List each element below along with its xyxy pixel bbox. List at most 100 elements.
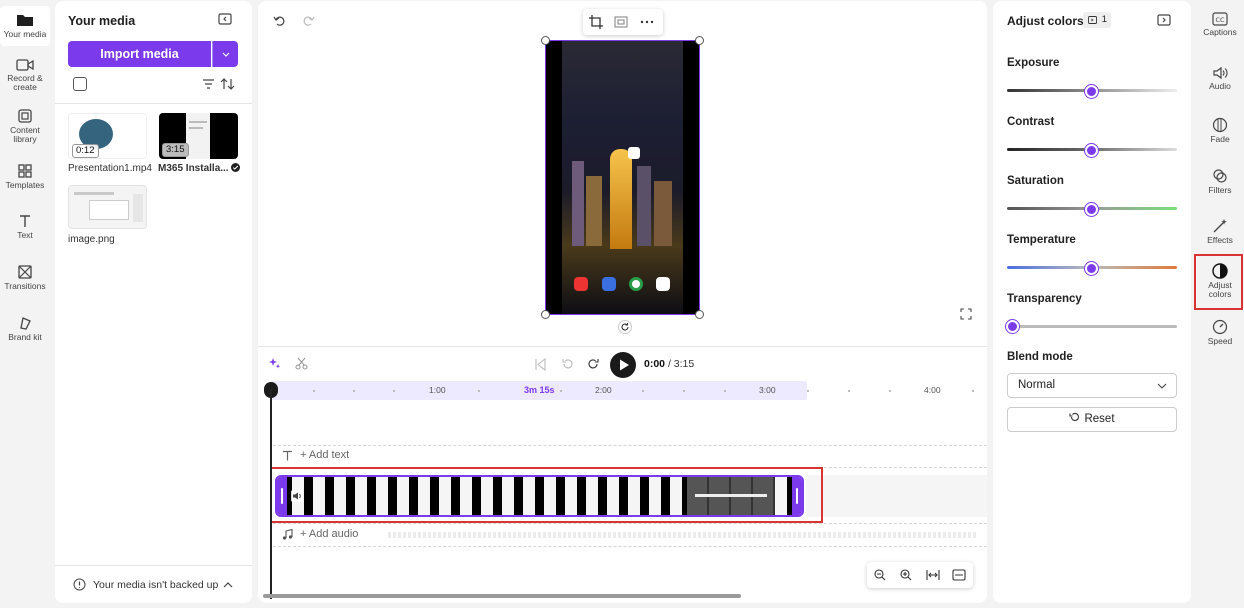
fade-icon — [1212, 117, 1228, 133]
panel-title: Your media — [68, 14, 136, 28]
forward-5-icon[interactable] — [586, 357, 600, 371]
split-icon[interactable] — [295, 357, 308, 370]
nav-transitions[interactable]: Transitions — [0, 264, 50, 291]
speed-icon — [1212, 319, 1228, 335]
playhead — [270, 389, 272, 599]
video-preview[interactable] — [545, 40, 700, 315]
templates-icon — [18, 164, 32, 178]
nav-your-media[interactable]: Your media — [0, 6, 50, 46]
rotate-icon[interactable] — [618, 320, 632, 334]
rnav-captions[interactable]: CC Captions — [1196, 12, 1244, 37]
rnav-speed[interactable]: Speed — [1196, 319, 1244, 346]
audio-waveform — [388, 532, 978, 538]
media-thumbnail[interactable]: 3:15 — [159, 113, 238, 159]
selection-badge: 1 — [1083, 12, 1111, 28]
left-nav: Your media Record & create Content libra… — [0, 0, 52, 608]
import-media-button[interactable]: Import media — [68, 41, 211, 67]
add-audio-button[interactable]: + Add audio — [300, 528, 358, 540]
play-icon — [620, 359, 629, 371]
resize-handle[interactable] — [695, 36, 704, 45]
preview-toolbar — [583, 9, 663, 35]
crop-icon[interactable] — [589, 15, 603, 29]
transparency-slider[interactable] — [1007, 325, 1177, 328]
chevron-down-icon — [1157, 383, 1167, 389]
nav-record-create[interactable]: Record & create — [0, 58, 50, 92]
timeline-scrollbar[interactable] — [263, 594, 741, 598]
zoom-in-icon[interactable] — [900, 569, 912, 581]
timecode: 0:00 / 3:15 — [644, 358, 694, 370]
resize-handle[interactable] — [541, 310, 550, 319]
fit-icon[interactable] — [614, 15, 628, 29]
audio-icon — [1213, 66, 1228, 80]
nav-text[interactable]: Text — [0, 213, 50, 240]
sort-icon[interactable] — [220, 77, 236, 91]
media-name-text: M365 Installa... — [158, 163, 229, 174]
rnav-effects[interactable]: Effects — [1196, 218, 1244, 245]
camera-icon — [16, 59, 34, 71]
editor-canvas: 0:00 / 3:15 1:00 3m 15s 2:00 3:00 4:00 +… — [258, 1, 987, 603]
collapse-panel-icon[interactable] — [218, 12, 232, 26]
media-thumbnail[interactable] — [68, 185, 147, 229]
blend-mode-value: Normal — [1018, 379, 1056, 391]
nav-content-library[interactable]: Content library — [0, 108, 50, 144]
building — [654, 181, 672, 246]
blend-mode-select[interactable]: Normal — [1007, 373, 1177, 398]
building — [586, 176, 602, 246]
rnav-label: Audio — [1209, 81, 1231, 91]
transparency-slider-thumb[interactable] — [1006, 320, 1019, 333]
track-divider — [273, 445, 987, 446]
reset-button[interactable]: Reset — [1007, 407, 1177, 432]
divider — [55, 103, 252, 104]
play-store-icon — [628, 147, 640, 159]
library-icon — [18, 109, 32, 123]
fullscreen-icon[interactable] — [960, 308, 972, 320]
nav-label: Text — [17, 230, 33, 240]
adjust-colors-panel: Adjust colors 1 Exposure Contrast Satura… — [993, 1, 1191, 603]
total-time: / 3:15 — [667, 358, 695, 370]
saturation-slider-thumb[interactable] — [1085, 203, 1098, 216]
select-all-checkbox[interactable] — [73, 77, 87, 91]
fit-timeline-icon[interactable] — [926, 569, 940, 581]
resize-handle[interactable] — [695, 310, 704, 319]
rnav-filters[interactable]: Filters — [1196, 168, 1244, 195]
tick-dot — [848, 390, 850, 392]
redo-icon[interactable] — [302, 14, 315, 27]
nav-label: Record & create — [7, 73, 43, 92]
highlight-box — [270, 467, 823, 523]
brand-kit-icon — [20, 317, 31, 330]
clip-icon — [1088, 16, 1097, 24]
temperature-slider-thumb[interactable] — [1085, 262, 1098, 275]
media-thumbnail[interactable]: 0:12 — [68, 113, 147, 159]
tower — [610, 149, 632, 249]
undo-icon[interactable] — [273, 14, 286, 27]
skip-back-icon[interactable] — [534, 358, 547, 371]
contrast-slider-thumb[interactable] — [1085, 144, 1098, 157]
contrast-label: Contrast — [1007, 116, 1055, 128]
captions-timeline-icon[interactable] — [952, 569, 966, 581]
close-panel-icon[interactable] — [1157, 13, 1171, 27]
chevron-up-icon — [223, 582, 233, 588]
import-dropdown-button[interactable] — [212, 41, 238, 67]
nav-brand-kit[interactable]: Brand kit — [0, 315, 50, 342]
zoom-out-icon[interactable] — [874, 569, 886, 581]
more-icon[interactable] — [640, 15, 654, 29]
backup-status[interactable]: Your media isn't backed up — [55, 565, 252, 603]
tick-label: 2:00 — [595, 385, 612, 395]
media-name: Presentation1.mp4 — [68, 163, 152, 174]
tick-dot — [478, 390, 480, 392]
rnav-audio[interactable]: Audio — [1196, 66, 1244, 91]
exposure-slider-thumb[interactable] — [1085, 85, 1098, 98]
text-track-icon — [283, 450, 292, 461]
nav-templates[interactable]: Templates — [0, 163, 50, 190]
filter-icon[interactable] — [202, 79, 215, 89]
captions-icon: CC — [1212, 12, 1228, 26]
rewind-5-icon[interactable] — [561, 357, 575, 371]
tick-dot — [642, 390, 644, 392]
resize-handle[interactable] — [541, 36, 550, 45]
play-button[interactable] — [610, 352, 636, 378]
magic-icon[interactable] — [268, 357, 281, 370]
highlight-box — [1194, 254, 1243, 310]
add-text-button[interactable]: + Add text — [300, 449, 349, 461]
rnav-fade[interactable]: Fade — [1196, 117, 1244, 144]
backup-text: Your media isn't backed up — [93, 579, 219, 591]
